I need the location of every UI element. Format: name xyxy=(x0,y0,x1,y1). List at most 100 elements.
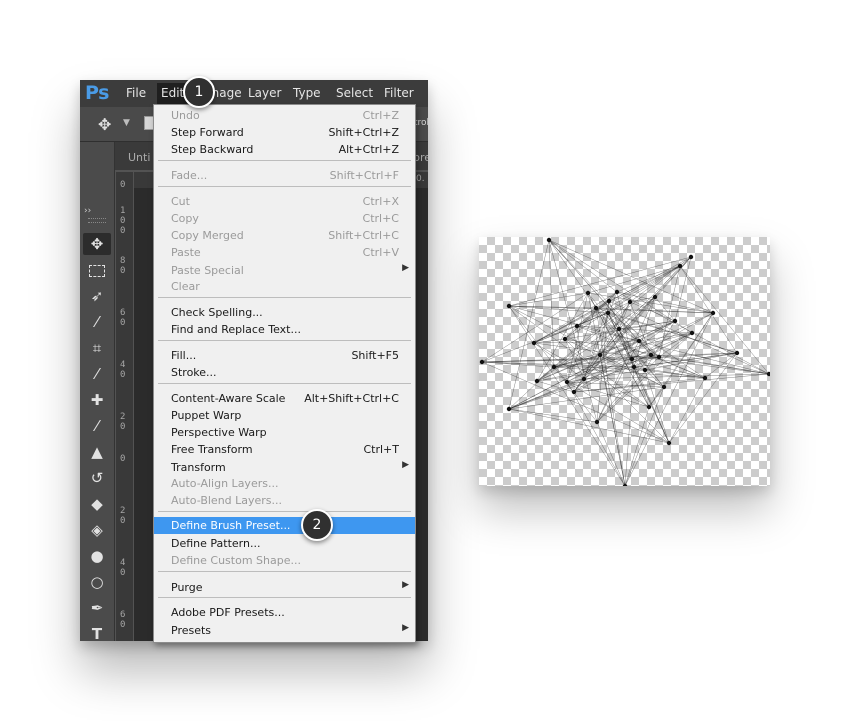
menu-item-auto-blend-layers[interactable]: Auto-Blend Layers... xyxy=(154,492,415,509)
network-node xyxy=(688,254,694,260)
menu-item-free-transform[interactable]: Free Transform Ctrl+T xyxy=(154,441,415,458)
eyedropper-icon[interactable]: ⁄ xyxy=(83,363,111,385)
collapse-panel-icon[interactable]: ›› xyxy=(84,206,91,216)
menu-separator xyxy=(158,597,411,598)
menu-item-fade[interactable]: Fade... Shift+Ctrl+F xyxy=(154,167,415,184)
network-node xyxy=(571,389,577,395)
menu-item-check-spelling[interactable]: Check Spelling... xyxy=(154,304,415,321)
menu-item-transform[interactable]: Transform ▶ xyxy=(154,459,415,476)
menu-file[interactable]: File xyxy=(126,86,146,100)
ruler-label: 0 xyxy=(120,422,126,432)
clone-stamp-icon[interactable]: ▲ xyxy=(83,441,111,463)
network-node xyxy=(562,336,568,342)
network-edge xyxy=(679,265,738,354)
menu-item-stroke[interactable]: Stroke... xyxy=(154,364,415,381)
menu-item-find-replace[interactable]: Find and Replace Text... xyxy=(154,321,415,338)
marquee-icon[interactable] xyxy=(83,259,111,281)
type-icon[interactable]: T xyxy=(83,623,111,641)
menu-filter[interactable]: Filter xyxy=(384,86,414,100)
menu-separator xyxy=(158,571,411,572)
menu-select[interactable]: Select xyxy=(336,86,373,100)
ruler-label: 0 xyxy=(120,318,126,328)
ruler-label: 0 xyxy=(120,216,126,226)
network-node xyxy=(636,338,642,344)
network-edge xyxy=(508,256,692,307)
menu-item-copy-merged[interactable]: Copy Merged Shift+Ctrl+C xyxy=(154,227,415,244)
blur-icon[interactable]: ● xyxy=(83,545,111,567)
menu-item-paste[interactable]: Paste Ctrl+V xyxy=(154,244,415,261)
network-node xyxy=(581,376,587,382)
menu-bar: Ps File Edit Image Layer Type Select Fil… xyxy=(80,80,428,107)
network-node xyxy=(631,364,637,370)
menu-item-define-brush-preset[interactable]: Define Brush Preset... xyxy=(154,517,415,534)
network-node xyxy=(642,367,648,373)
crop-icon[interactable]: ⌗ xyxy=(83,337,111,359)
network-node xyxy=(606,298,612,304)
network-edge xyxy=(633,366,670,444)
network-node xyxy=(574,323,580,329)
chevron-down-icon[interactable]: ▼ xyxy=(123,118,130,128)
vertical-ruler: 0 1 0 0 8 0 6 0 4 0 2 0 0 2 0 4 0 6 0 xyxy=(116,172,133,641)
magic-wand-icon[interactable]: ⁄ xyxy=(83,311,111,333)
menu-item-cut[interactable]: Cut Ctrl+X xyxy=(154,193,415,210)
options-partial-text: trol xyxy=(414,118,428,128)
network-edge xyxy=(596,421,626,486)
network-edge xyxy=(508,408,598,423)
menu-item-define-pattern[interactable]: Define Pattern... xyxy=(154,535,415,552)
menu-item-adobe-pdf-presets[interactable]: Adobe PDF Presets... xyxy=(154,604,415,621)
ruler-label: 0 xyxy=(120,370,126,380)
move-tool-option-icon[interactable]: ✥ xyxy=(98,115,111,134)
menu-type[interactable]: Type xyxy=(293,86,321,100)
network-edge xyxy=(508,305,714,314)
menu-item-auto-align-layers[interactable]: Auto-Align Layers... xyxy=(154,475,415,492)
network-edge xyxy=(654,256,692,298)
network-edge xyxy=(508,239,550,410)
menu-item-perspective-warp[interactable]: Perspective Warp xyxy=(154,424,415,441)
network-node xyxy=(648,352,654,358)
ruler-label: 2 xyxy=(120,412,126,422)
document-tab[interactable]: Unti xyxy=(128,151,150,164)
menu-item-paste-special[interactable]: Paste Special ▶ xyxy=(154,262,415,279)
network-node xyxy=(734,350,740,356)
network-node xyxy=(564,379,570,385)
history-brush-icon[interactable]: ↺ xyxy=(83,467,111,489)
network-node xyxy=(506,303,512,309)
menu-item-define-custom-shape[interactable]: Define Custom Shape... xyxy=(154,552,415,569)
ruler-label: 0 xyxy=(120,568,126,578)
move-icon[interactable]: ✥ xyxy=(83,233,111,255)
paint-bucket-icon[interactable]: ◈ xyxy=(83,519,111,541)
network-node xyxy=(661,384,667,390)
ruler-label: 0 xyxy=(120,180,126,190)
menu-item-content-aware-scale[interactable]: Content-Aware Scale Alt+Shift+Ctrl+C xyxy=(154,390,415,407)
brush-icon[interactable]: ⁄ xyxy=(83,415,111,437)
ruler-label: 4 xyxy=(120,360,126,370)
panel-grip-icon[interactable] xyxy=(88,218,106,223)
network-node xyxy=(546,237,552,243)
menu-item-fill[interactable]: Fill... Shift+F5 xyxy=(154,347,415,364)
menu-item-undo[interactable]: Undo Ctrl+Z xyxy=(154,107,415,124)
menu-layer[interactable]: Layer xyxy=(248,86,281,100)
menu-item-copy[interactable]: Copy Ctrl+C xyxy=(154,210,415,227)
ruler-label: 8 xyxy=(120,256,126,266)
network-edge xyxy=(596,332,693,423)
eraser-icon[interactable]: ◆ xyxy=(83,493,111,515)
menu-item-purge[interactable]: Purge ▶ xyxy=(154,579,415,596)
menu-separator xyxy=(158,383,411,384)
network-node xyxy=(646,404,652,410)
dodge-icon[interactable]: ○ xyxy=(83,571,111,593)
pen-icon[interactable]: ✒ xyxy=(83,597,111,619)
menu-item-step-backward[interactable]: Step Backward Alt+Ctrl+Z xyxy=(154,141,415,158)
submenu-arrow-icon: ▶ xyxy=(402,263,409,273)
network-node xyxy=(479,359,485,365)
menu-item-presets[interactable]: Presets ▶ xyxy=(154,622,415,639)
menu-item-puppet-warp[interactable]: Puppet Warp xyxy=(154,407,415,424)
menu-item-step-forward[interactable]: Step Forward Shift+Ctrl+Z xyxy=(154,124,415,141)
edit-menu-dropdown: Undo Ctrl+Z Step Forward Shift+Ctrl+Z Step… xyxy=(153,104,416,643)
menu-separator xyxy=(158,340,411,341)
ruler-label: 0 xyxy=(120,226,126,236)
ruler-label: 6 xyxy=(120,308,126,318)
healing-brush-icon[interactable]: ✚ xyxy=(83,389,111,411)
network-node xyxy=(672,318,678,324)
lasso-icon[interactable]: ➶ xyxy=(83,285,111,307)
menu-item-clear[interactable]: Clear xyxy=(154,278,415,295)
